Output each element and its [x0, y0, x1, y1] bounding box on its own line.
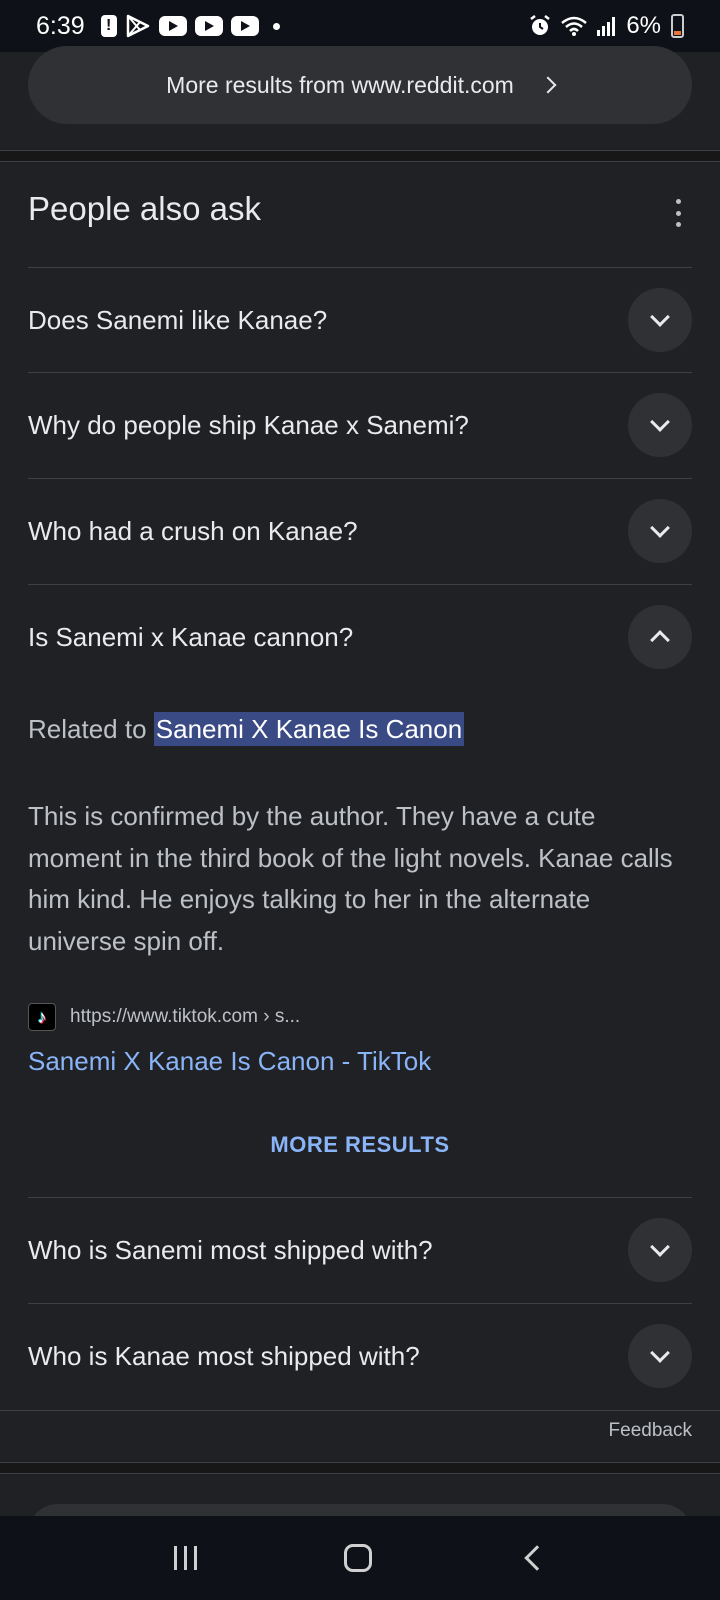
more-results-reddit-label: More results from www.reddit.com [166, 71, 514, 98]
more-results-button[interactable]: MORE RESULTS [0, 1132, 720, 1158]
expand-button[interactable] [628, 393, 692, 457]
more-results-reddit-button[interactable]: More results from www.reddit.com [28, 46, 692, 124]
question-text: Who is Sanemi most shipped with? [28, 1234, 433, 1265]
battery-icon [671, 14, 684, 38]
status-time: 6:39 [36, 11, 85, 40]
youtube-icon [230, 16, 259, 36]
question-row[interactable]: Who is Kanae most shipped with? [28, 1304, 692, 1408]
status-bar: 6:39 ! 6% [0, 0, 720, 52]
chevron-down-icon [650, 1343, 670, 1363]
expand-button[interactable] [628, 288, 692, 352]
collapse-button[interactable] [628, 605, 692, 669]
more-options-icon[interactable] [674, 199, 682, 227]
answer-snippet: This is confirmed by the author. They ha… [28, 801, 673, 956]
tiktok-icon: ♪ [28, 1003, 56, 1031]
status-left: 6:39 ! [36, 12, 280, 41]
chevron-down-icon [650, 518, 670, 538]
status-right: 6% [528, 12, 684, 40]
related-to-line: Related to Sanemi X Kanae Is Canon [28, 712, 465, 746]
source-title-link[interactable]: Sanemi X Kanae Is Canon - TikTok [28, 1046, 431, 1077]
question-row[interactable]: Why do people ship Kanae x Sanemi? [28, 373, 692, 477]
signal-icon [596, 16, 618, 36]
chevron-down-icon [650, 1237, 670, 1257]
wifi-icon [560, 15, 588, 37]
feedback-link[interactable]: Feedback [609, 1420, 692, 1442]
youtube-icon [194, 16, 223, 36]
question-row[interactable]: Who had a crush on Kanae? [28, 479, 692, 583]
youtube-icon [158, 16, 187, 36]
section-separator [0, 1462, 720, 1474]
play-store-icon [125, 14, 151, 38]
question-text: Who is Kanae most shipped with? [28, 1340, 420, 1371]
chevron-down-icon [650, 307, 670, 327]
question-row[interactable]: Does Sanemi like Kanae? [28, 268, 692, 372]
back-icon[interactable] [524, 1545, 550, 1571]
divider [0, 1410, 720, 1411]
question-text: Is Sanemi x Kanae cannon? [28, 621, 354, 652]
question-row[interactable]: Who is Sanemi most shipped with? [28, 1198, 692, 1302]
expand-button[interactable] [628, 499, 692, 563]
chevron-right-icon [539, 76, 557, 94]
battery-percent: 6% [626, 12, 661, 39]
source-url: https://www.tiktok.com › s... [70, 1006, 301, 1027]
home-icon[interactable] [344, 1544, 373, 1572]
question-text: Does Sanemi like Kanae? [28, 304, 328, 335]
people-also-ask-title: People also ask [28, 190, 261, 227]
question-text: Why do people ship Kanae x Sanemi? [28, 409, 469, 440]
source-row[interactable]: ♪ https://www.tiktok.com › s... [28, 1003, 300, 1031]
chevron-up-icon [650, 630, 670, 650]
alert-icon: ! [100, 15, 117, 37]
expand-button[interactable] [628, 1218, 692, 1282]
question-row-expanded[interactable]: Is Sanemi x Kanae cannon? [28, 585, 692, 689]
question-text: Who had a crush on Kanae? [28, 515, 358, 546]
alarm-icon [528, 14, 552, 38]
related-highlight: Sanemi X Kanae Is Canon [153, 712, 465, 746]
section-separator [0, 150, 720, 162]
chevron-down-icon [650, 412, 670, 432]
notification-dot [272, 22, 280, 30]
recent-apps-icon[interactable] [173, 1546, 197, 1570]
related-prefix: Related to [28, 714, 147, 744]
expand-button[interactable] [628, 1324, 692, 1388]
navigation-bar [0, 1516, 720, 1600]
